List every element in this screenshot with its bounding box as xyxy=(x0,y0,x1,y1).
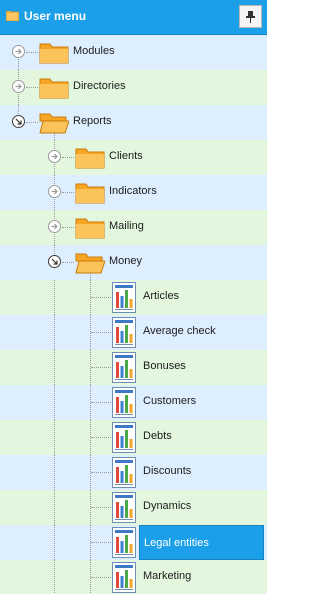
tree-node-directories[interactable]: Directories xyxy=(0,70,267,105)
report-icon xyxy=(112,387,136,418)
tree-node-bonuses[interactable]: Bonuses xyxy=(0,350,267,385)
collapse-icon[interactable] xyxy=(12,115,25,128)
report-icon xyxy=(112,422,136,453)
tree-label: Articles xyxy=(143,290,180,302)
tree-label: Reports xyxy=(73,115,112,127)
tree-label: Average check xyxy=(143,325,216,337)
tree-label: Marketing xyxy=(143,570,192,582)
tree-node-modules[interactable]: Modules xyxy=(0,35,267,70)
tree-node-legal-entities[interactable]: Legal entities xyxy=(0,525,267,560)
tree-label: Mailing xyxy=(109,220,144,232)
tree-label: Indicators xyxy=(109,185,157,197)
folder-icon xyxy=(75,148,105,169)
folder-icon xyxy=(39,43,69,64)
report-icon xyxy=(112,527,136,558)
tree-node-discounts[interactable]: Discounts xyxy=(0,455,267,490)
tree-node-average-check[interactable]: Average check xyxy=(0,315,267,350)
tree-node-indicators[interactable]: Indicators xyxy=(0,175,267,210)
report-icon xyxy=(112,352,136,383)
tree-node-marketing[interactable]: Marketing xyxy=(0,560,267,594)
tree-label: Bonuses xyxy=(143,360,186,372)
tree-node-articles[interactable]: Articles xyxy=(0,280,267,315)
folder-icon xyxy=(6,11,19,21)
expand-icon[interactable] xyxy=(48,150,61,163)
tree-label: Money xyxy=(109,255,143,267)
folder-icon xyxy=(75,218,105,239)
tree-node-clients[interactable]: Clients xyxy=(0,140,267,175)
tree-label: Directories xyxy=(73,80,126,92)
collapse-icon[interactable] xyxy=(48,255,61,268)
open-folder-icon xyxy=(75,253,105,274)
open-folder-icon xyxy=(39,113,69,134)
report-icon xyxy=(112,457,136,488)
report-icon xyxy=(112,492,136,523)
tree-label: Discounts xyxy=(143,465,192,477)
report-icon xyxy=(112,317,136,348)
folder-icon xyxy=(75,183,105,204)
selected-tree-label: Legal entities xyxy=(139,525,264,560)
menu-tree: Modules Directories Reports Clients Indi… xyxy=(0,35,267,594)
tree-label: Clients xyxy=(109,150,143,162)
folder-icon xyxy=(39,78,69,99)
expand-icon[interactable] xyxy=(48,185,61,198)
tree-node-dynamics[interactable]: Dynamics xyxy=(0,490,267,525)
tree-node-money[interactable]: Money xyxy=(0,245,267,280)
user-menu-panel: User menu Modules Directories Reports Cl… xyxy=(0,0,267,594)
panel-header: User menu xyxy=(0,0,267,35)
tree-node-debts[interactable]: Debts xyxy=(0,420,267,455)
tree-node-reports[interactable]: Reports xyxy=(0,105,267,140)
expand-icon[interactable] xyxy=(12,45,25,58)
expand-icon[interactable] xyxy=(48,220,61,233)
expand-icon[interactable] xyxy=(12,80,25,93)
tree-label: Modules xyxy=(73,45,115,57)
report-icon xyxy=(112,282,136,313)
tree-label: Customers xyxy=(143,395,197,407)
tree-label: Debts xyxy=(143,430,172,442)
pin-button[interactable] xyxy=(239,5,262,28)
tree-node-mailing[interactable]: Mailing xyxy=(0,210,267,245)
tree-label: Dynamics xyxy=(143,500,192,512)
panel-title: User menu xyxy=(24,9,87,23)
pin-icon xyxy=(246,11,255,23)
tree-node-customers[interactable]: Customers xyxy=(0,385,267,420)
report-icon xyxy=(112,562,136,593)
